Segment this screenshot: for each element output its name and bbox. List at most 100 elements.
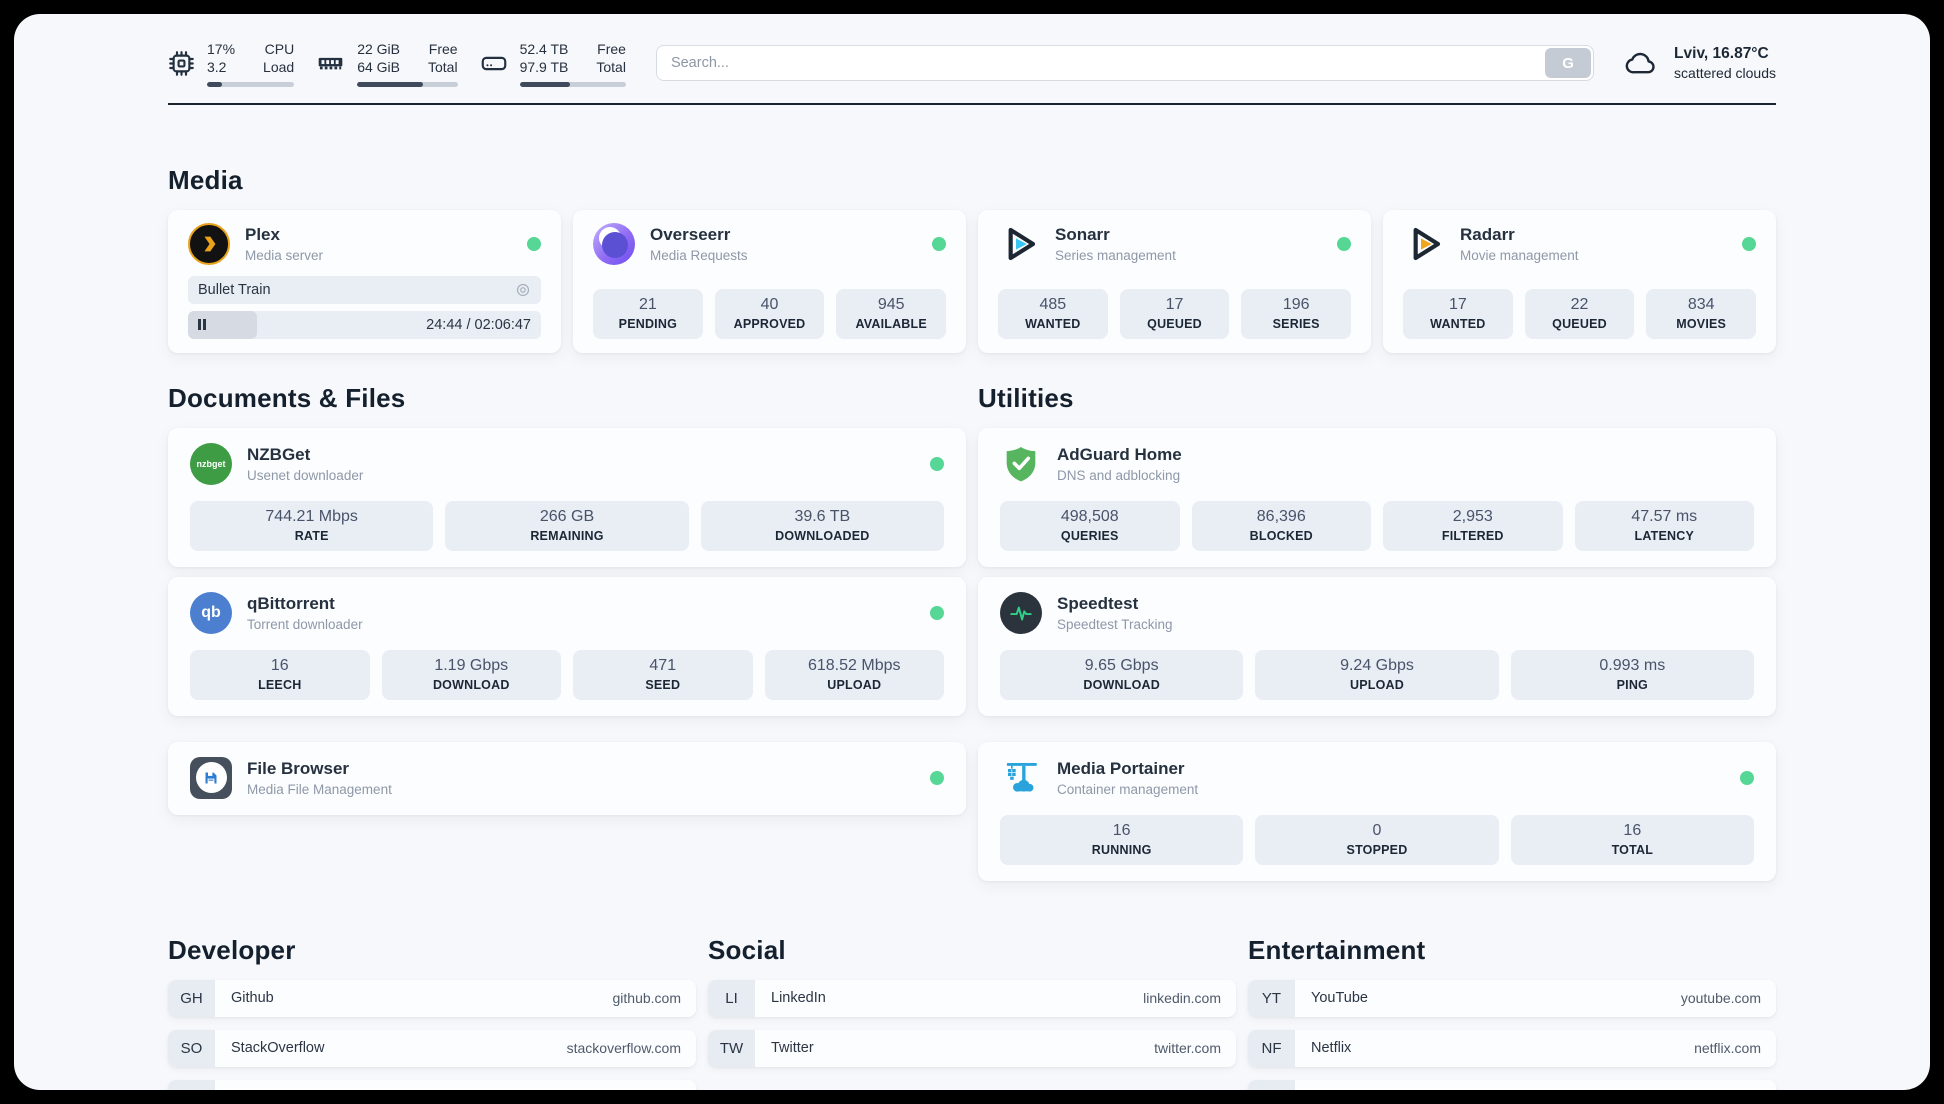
bookmark-youtube[interactable]: YT YouTube youtube.com [1248,979,1776,1017]
speedtest-icon [1000,591,1042,634]
app-name: Radarr [1460,224,1515,244]
stat-label: PENDING [618,316,678,331]
stat-tile: 266 GB REMAINING [445,500,689,551]
stat-label: TOTAL [1611,842,1654,857]
stat-tile: 22 QUEUED [1524,288,1635,339]
ram-progress-bar [357,81,458,87]
app-card-overseerr[interactable]: Overseerr Media Requests 21 PENDING 40 A… [573,209,966,353]
ram-free: 22 GiB [357,41,400,57]
cpu-label-top: CPU [264,41,295,57]
app-subtitle: Media Requests [650,247,748,263]
stat-label: LEECH [258,677,302,692]
app-name: Plex [245,224,280,244]
app-card-plex[interactable]: Plex Media server Bullet Train 24:44 / 0… [168,209,561,353]
stat-value: 16 [1623,821,1642,839]
app-card-nzbget[interactable]: nzbget NZBGet Usenet downloader 744.21 M… [168,427,966,567]
app-subtitle: Container management [1057,781,1199,797]
stat-value: 9.24 Gbps [1340,656,1414,674]
bookmark-name: Github [231,990,274,1007]
stat-tile: 17 QUEUED [1119,288,1230,339]
stat-tile: 86,396 BLOCKED [1191,500,1371,551]
stat-value: 485 [1039,295,1067,313]
stat-label: FILTERED [1441,528,1504,543]
top-bar: 17% CPU 3.2 Load 22 GiB Free 64 GiB Tota… [168,40,1776,87]
entertainment-links-column: Entertainment YT YouTube youtube.com NF … [1248,935,1776,1090]
stat-label: APPROVED [733,316,806,331]
stat-tile: 744.21 Mbps RATE [190,500,434,551]
sonarr-icon [998,223,1040,265]
now-playing-title: Bullet Train [198,281,271,298]
stat-label: SEED [645,677,681,692]
stat-value: 47.57 ms [1631,507,1698,525]
bookmark-name: YouTube [1311,990,1368,1007]
stat-value: 40 [760,295,779,313]
section-title-media: Media [168,164,243,195]
stat-label: QUERIES [1060,528,1119,543]
header-divider [168,102,1776,105]
stat-label: RUNNING [1091,842,1152,857]
app-card-adguard[interactable]: AdGuard Home DNS and adblocking 498,508 … [978,427,1776,567]
stat-value: 39.6 TB [794,507,851,525]
stat-value: 2,953 [1452,507,1493,525]
search-input[interactable] [655,45,1595,82]
stat-label: WANTED [1025,316,1081,331]
stat-tile: 618.52 Mbps UPLOAD [764,649,944,700]
stat-tile: 1.19 Gbps DOWNLOAD [381,649,561,700]
bookmark-url: netflix.com [1694,1040,1761,1057]
ram-metric: 22 GiB Free 64 GiB Total [316,40,458,87]
cpu-metric: 17% CPU 3.2 Load [168,40,295,87]
ram-label-top: Free [428,41,458,57]
filebrowser-icon [190,756,232,799]
bookmark-twitter[interactable]: TW Twitter twitter.com [708,1029,1236,1067]
app-card-radarr[interactable]: Radarr Movie management 17 WANTED 22 QUE… [1383,209,1776,353]
section-title-documents: Documents & Files [168,382,406,413]
bookmark-stackoverflow[interactable]: SO StackOverflow stackoverflow.com [168,1029,696,1067]
app-card-portainer[interactable]: Media Portainer Container management 16 … [978,741,1776,881]
stat-tile: 0 STOPPED [1255,814,1499,865]
bookmark-url: twitter.com [1154,1040,1221,1057]
session-target-icon[interactable] [515,282,531,298]
cpu-icon [169,51,194,76]
stat-value: 86,396 [1256,507,1306,525]
bookmark-dev[interactable]: DT DEV dev.to [168,1079,696,1090]
stat-label: QUEUED [1147,316,1202,331]
app-card-qbittorrent[interactable]: qb qBittorrent Torrent downloader 16 LEE… [168,576,966,716]
stat-tile: 485 WANTED [998,288,1108,339]
stat-label: DOWNLOAD [1083,677,1160,692]
app-card-speedtest[interactable]: Speedtest Speedtest Tracking 9.65 Gbps D… [978,576,1776,716]
weather-widget[interactable]: Lviv, 16.87°C scattered clouds [1620,45,1776,81]
bookmark-url: youtube.com [1680,990,1761,1007]
stat-label: SERIES [1272,316,1320,331]
ram-label-bottom: Total [428,59,458,76]
disk-icon [481,56,506,71]
bookmark-name: StackOverflow [231,1040,325,1057]
section-title-social: Social [708,934,786,965]
stat-tile: 16 TOTAL [1510,814,1754,865]
app-name: File Browser [247,758,350,778]
app-name: Sonarr [1055,224,1110,244]
stat-value: 196 [1282,295,1310,313]
stat-value: 9.65 Gbps [1084,656,1159,674]
disk-total: 97.9 TB [519,59,569,76]
app-card-sonarr[interactable]: Sonarr Series management 485 WANTED 17 Q… [978,209,1371,353]
pause-icon[interactable] [198,319,206,331]
bookmark-github[interactable]: GH Github github.com [168,979,696,1017]
stat-value: 744.21 Mbps [265,507,358,525]
stat-tile: 945 AVAILABLE [836,288,947,339]
status-dot [527,236,541,251]
stat-tile: 834 MOVIES [1646,288,1757,339]
nzbget-icon: nzbget [190,442,232,485]
bookmark-badge: YT [1248,979,1295,1017]
disk-free: 52.4 TB [519,41,569,57]
stat-label: BLOCKED [1249,528,1313,543]
app-subtitle: Media server [245,247,324,263]
app-card-filebrowser[interactable]: File Browser Media File Management [168,741,966,815]
search-engine-button[interactable]: G [1545,48,1592,79]
status-dot [1337,236,1351,251]
bookmark-linkedin[interactable]: LI LinkedIn linkedin.com [708,979,1236,1017]
bookmark-name: Netflix [1311,1040,1352,1057]
status-dot [1742,236,1756,251]
bookmark-netflix[interactable]: NF Netflix netflix.com [1248,1029,1776,1067]
ram-icon [318,57,343,70]
bookmark-reddit[interactable]: RE Reddit reddit.com [1248,1079,1776,1090]
